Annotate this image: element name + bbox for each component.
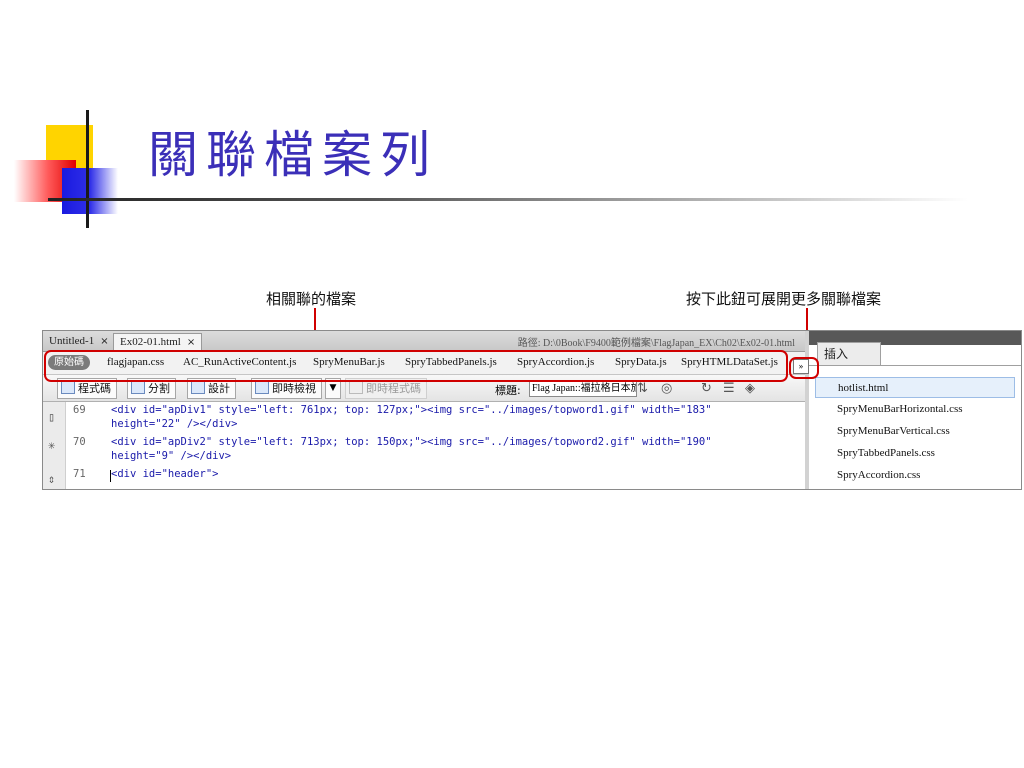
file-management-icon[interactable]: ⇅ xyxy=(637,381,648,396)
decor-vertical-line xyxy=(86,110,89,228)
callout-related-files: 相關聯的檔案 xyxy=(266,290,357,308)
code-line: <div id="header"> xyxy=(111,468,219,480)
view-options-icon[interactable]: ☰ xyxy=(723,381,735,396)
coding-toolbar: ▯ ✳ ⇕ xyxy=(43,402,66,489)
refresh-icon[interactable]: ↻ xyxy=(701,381,712,396)
title-label: 標題: xyxy=(495,384,521,397)
live-code-label: 即時程式碼 xyxy=(366,382,421,395)
split-view-label: 分割 xyxy=(148,382,170,395)
code-line: <div id="apDiv2" style="left: 713px; top… xyxy=(111,436,712,448)
visual-aids-icon[interactable]: ◈ xyxy=(745,381,755,396)
design-view-icon xyxy=(191,381,205,394)
insert-panel: 插入 hotlist.html SpryMenuBarHorizontal.cs… xyxy=(809,331,1021,489)
file-list-item[interactable]: SpryMenuBarHorizontal.css xyxy=(815,399,1015,420)
collapse-tag-icon[interactable]: ✳ xyxy=(48,438,55,452)
document-tab-label: Ex02-01.html xyxy=(120,336,181,348)
code-line-wrap: height="22" /></div> xyxy=(111,418,238,430)
file-list-item[interactable]: SpryTabbedPanels.css xyxy=(815,443,1015,464)
close-icon[interactable]: × xyxy=(100,336,108,347)
decor-horizontal-line xyxy=(48,198,968,201)
live-view-icon xyxy=(255,381,269,394)
split-view-icon xyxy=(131,381,145,394)
live-view-label: 即時檢視 xyxy=(272,382,316,395)
decor-blue-square xyxy=(62,168,118,214)
line-number: 69 xyxy=(73,404,86,416)
expand-all-icon[interactable]: ⇕ xyxy=(48,472,55,486)
tab-insert[interactable]: 插入 xyxy=(817,342,881,365)
file-list-item[interactable]: hotlist.html xyxy=(815,377,1015,398)
open-documents-icon[interactable]: ▯ xyxy=(48,410,55,424)
callout-expand-button: 按下此鈕可展開更多關聯檔案 xyxy=(686,290,882,308)
file-path: 路徑: D:\0Book\F9400範例檔案\FlagJapan_EX\Ch02… xyxy=(517,338,795,349)
close-icon[interactable]: × xyxy=(187,337,195,348)
panel-divider-line xyxy=(809,365,1021,366)
live-code-icon xyxy=(349,381,363,394)
highlight-expand-button xyxy=(789,357,819,379)
code-view-label: 程式碼 xyxy=(78,382,111,395)
slide-title: 關聯檔案列 xyxy=(148,126,438,184)
line-number: 70 xyxy=(73,436,86,448)
code-line-wrap: height="9" /></div> xyxy=(111,450,232,462)
text-cursor xyxy=(110,470,111,482)
title-input[interactable]: Flag Japan::福拉格日本旅遊資 xyxy=(529,380,637,397)
document-tab-untitled[interactable]: Untitled-1 × xyxy=(43,333,115,350)
file-list-item[interactable]: SpryAccordion.css xyxy=(815,465,1015,486)
document-tab-label: Untitled-1 xyxy=(49,335,95,347)
file-list-item[interactable]: SpryMenuBarVertical.css xyxy=(815,421,1015,442)
highlight-related-files xyxy=(44,350,788,382)
document-tab-bar: Untitled-1 × Ex02-01.html × 路徑: D:\0Book\F… xyxy=(43,331,805,352)
code-line: <div id="apDiv1" style="left: 761px; top… xyxy=(111,404,712,416)
code-view-icon xyxy=(61,381,75,394)
code-view[interactable]: ▯ ✳ ⇕ 69 <div id="apDiv1" style="left: 7… xyxy=(43,402,805,489)
browser-preview-icon[interactable]: ◎ xyxy=(661,381,672,396)
design-view-label: 設計 xyxy=(208,382,230,395)
document-tab-ex02-01[interactable]: Ex02-01.html × xyxy=(113,333,203,351)
line-number: 71 xyxy=(73,468,86,480)
